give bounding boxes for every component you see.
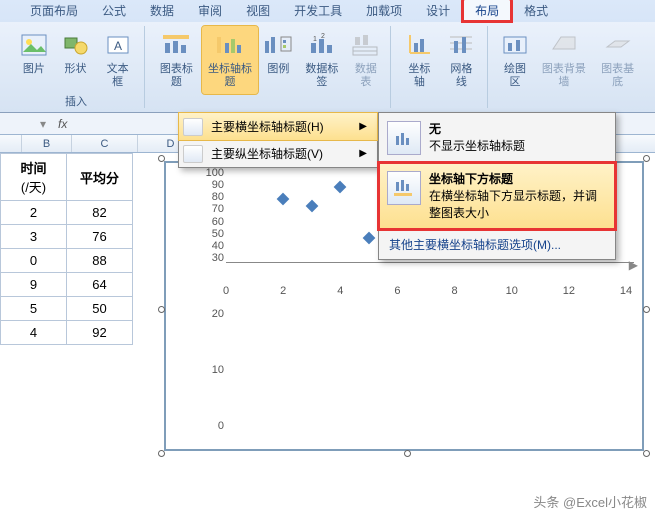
gridlines-icon [445,29,477,61]
group-labels: 图表标题 坐标轴标题 图例 12 数据标签 数据表 [147,26,391,108]
table-row: 550 [1,297,133,321]
tab-design[interactable]: 设计 [414,0,462,22]
tab-addins[interactable]: 加载项 [354,0,414,22]
col-b[interactable]: B [22,135,72,152]
axis-title-icon [214,29,246,61]
picture-icon [18,29,50,61]
more-options-link[interactable]: 其他主要横坐标轴标题选项(M)... [379,230,615,259]
tab-layout[interactable]: 布局 [462,0,512,22]
chevron-right-icon: ▶ [359,121,367,132]
menu-horizontal-axis-title[interactable]: 主要横坐标轴标题(H)▶ [179,113,377,140]
tab-view[interactable]: 视图 [234,0,282,22]
plot-area-button[interactable]: 绘图区 [496,26,533,94]
option-none[interactable]: 无不显示坐标轴标题 [379,113,615,163]
table-row: 282 [1,201,133,225]
header-avg[interactable]: 平均分 [67,154,133,201]
gridlines-button[interactable]: 网格线 [441,26,481,94]
insert-textbox-button[interactable]: A 文本框 [97,26,138,92]
insert-picture-button[interactable]: 图片 [14,26,54,92]
fx-icon[interactable]: fx [58,117,67,131]
tab-review[interactable]: 审阅 [186,0,234,22]
legend-button[interactable]: 图例 [260,26,296,94]
group-insert: 图片 形状 A 文本框 插入 [8,26,145,108]
table-row: 964 [1,273,133,297]
chart-title-icon [160,29,192,61]
tab-formulas[interactable]: 公式 [90,0,138,22]
chart-bg-icon [548,29,580,61]
axis-title-submenu: 主要横坐标轴标题(H)▶ 主要纵坐标轴标题(V)▶ [178,112,378,168]
plot-area-icon [499,29,531,61]
tab-data[interactable]: 数据 [138,0,186,22]
header-time[interactable]: 时间(/天) [1,154,67,201]
option-below-axis[interactable]: 坐标轴下方标题在横坐标轴下方显示标题，并调整图表大小 [379,163,615,229]
chart-title-button[interactable]: 图表标题 [153,26,200,94]
table-row: 492 [1,321,133,345]
ribbon: 页面布局 公式 数据 审阅 视图 开发工具 加载项 设计 布局 格式 图片 形状… [0,0,655,113]
shapes-icon [60,29,92,61]
group-axes: 坐标轴 网格线 [393,26,488,108]
data-labels-button[interactable]: 12 数据标签 [299,26,346,94]
ribbon-toolbar: 图片 形状 A 文本框 插入 图表标题 [0,22,655,112]
ribbon-tabs: 页面布局 公式 数据 审阅 视图 开发工具 加载项 设计 布局 格式 [0,0,655,22]
group-background: 绘图区 图表背景墙 图表基底 [490,26,647,108]
svg-text:2: 2 [321,33,325,40]
below-axis-icon [387,171,421,205]
insert-shape-button[interactable]: 形状 [56,26,96,92]
table-row: 376 [1,225,133,249]
tab-devtools[interactable]: 开发工具 [282,0,354,22]
table-row: 088 [1,249,133,273]
v-axis-icon [183,145,203,163]
data-table-icon [350,29,382,61]
svg-text:1: 1 [313,36,317,43]
legend-icon [262,29,294,61]
table-header-row: 时间(/天)平均分 [1,154,133,201]
axes-icon [403,29,435,61]
axes-button[interactable]: 坐标轴 [399,26,439,94]
chart-base-icon [602,29,634,61]
data-table: 时间(/天)平均分 282 376 088 964 550 492 [0,153,133,516]
axis-title-button[interactable]: 坐标轴标题 [202,26,259,94]
chart-bg-button[interactable]: 图表背景墙 [536,26,593,94]
chevron-right-icon: ▶ [359,148,367,159]
data-labels-icon: 12 [306,29,338,61]
col-c[interactable]: C [72,135,138,152]
namebox-dropdown-icon[interactable]: ▾ [40,117,46,131]
tab-format[interactable]: 格式 [512,0,560,22]
textbox-icon: A [102,29,134,61]
h-axis-icon [183,118,203,136]
data-table-button[interactable]: 数据表 [347,26,384,94]
svg-text:A: A [114,39,122,53]
horizontal-axis-title-menu: 无不显示坐标轴标题 坐标轴下方标题在横坐标轴下方显示标题，并调整图表大小 其他主… [378,112,616,260]
chart-base-button[interactable]: 图表基底 [594,26,641,94]
watermark: 头条 @Excel小花椒 [533,492,647,511]
tab-page-layout[interactable]: 页面布局 [18,0,90,22]
group-label-insert: 插入 [65,92,87,110]
menu-vertical-axis-title[interactable]: 主要纵坐标轴标题(V)▶ [179,140,377,167]
none-icon [387,121,421,155]
